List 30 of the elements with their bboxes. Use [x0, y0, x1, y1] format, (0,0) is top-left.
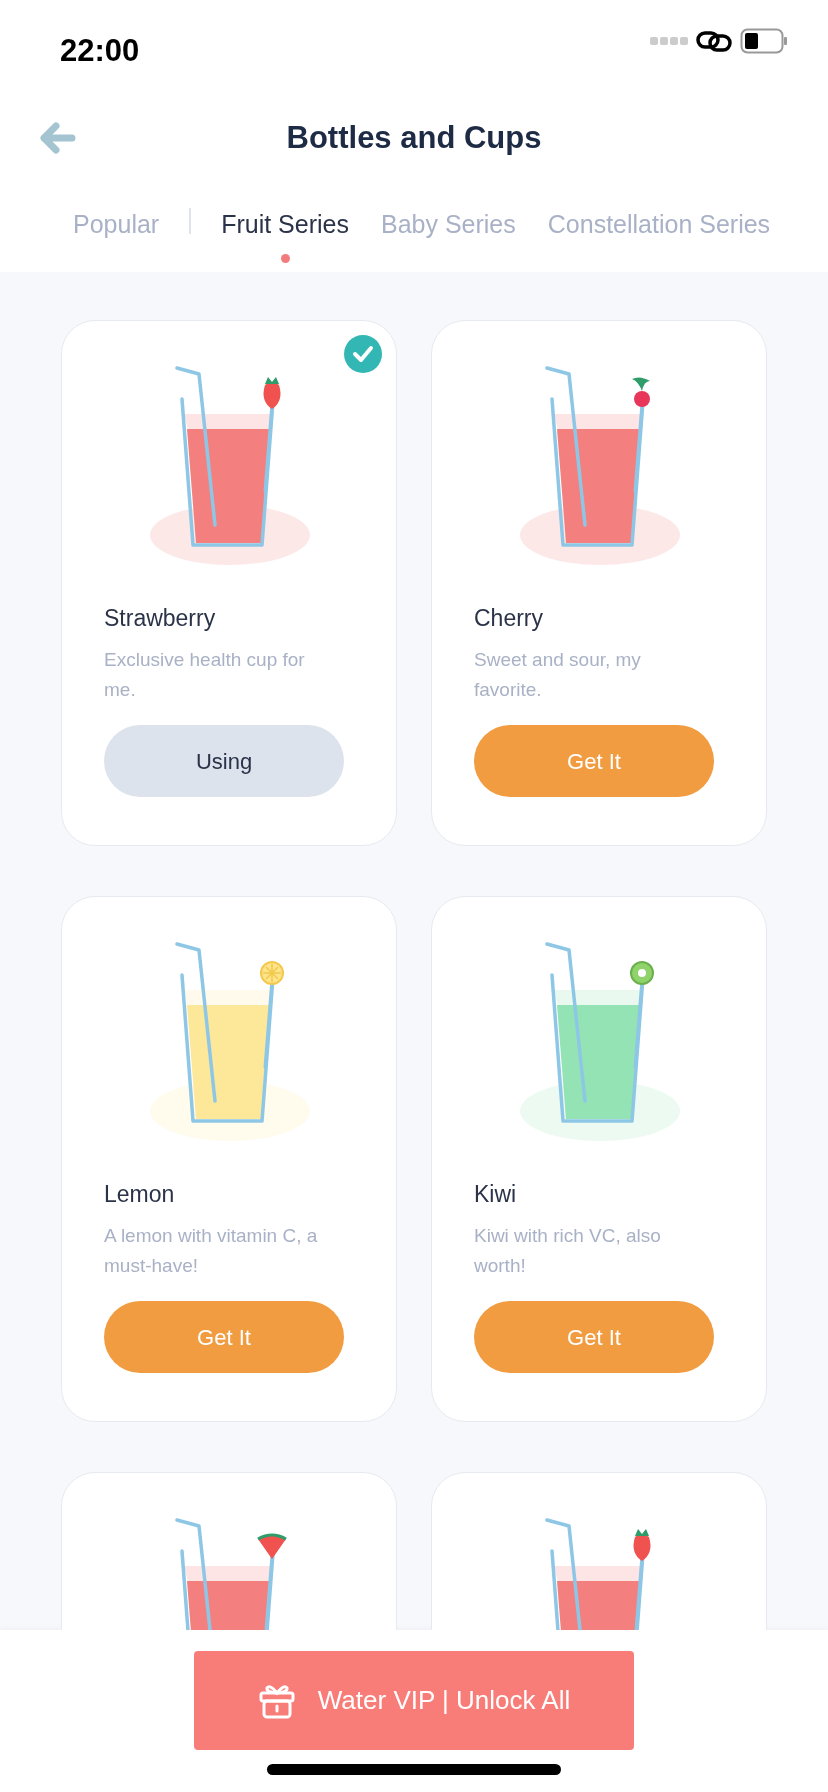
strawberry-icon — [263, 377, 281, 409]
get-button[interactable]: Get It — [474, 1301, 714, 1373]
cherry-icon — [632, 377, 650, 407]
tab[interactable]: Fruit Series — [205, 206, 365, 263]
page-title: Bottles and Cups — [286, 118, 542, 157]
cup-description: Kiwi with rich VC, also worth! — [474, 1224, 662, 1278]
cup-name: Cherry — [474, 604, 544, 633]
strawberry-icon — [633, 1529, 651, 1561]
get-button[interactable]: Get It — [104, 1301, 344, 1373]
tab[interactable]: Popular — [57, 206, 176, 244]
using-button[interactable]: Using — [104, 725, 344, 797]
kiwi-slice-icon — [630, 961, 654, 985]
lemon-slice-icon — [260, 961, 284, 985]
cup-name: Kiwi — [474, 1180, 518, 1209]
battery-icon — [740, 28, 788, 54]
link-icon — [696, 29, 732, 53]
cup-name: Lemon — [104, 1180, 176, 1209]
clock-time: 22:00 — [60, 32, 140, 70]
signal-icon — [650, 37, 688, 45]
tab[interactable]: Baby Series — [365, 206, 532, 244]
tab[interactable]: Constellation Series — [531, 206, 787, 244]
watermelon-slice-icon — [257, 1533, 287, 1559]
vip-button[interactable]: Water VIP | Unlock All — [194, 1651, 634, 1750]
back-arrow-icon — [40, 122, 76, 154]
cup-description: Sweet and sour, my favorite. — [474, 648, 642, 702]
cup-name: Strawberry — [104, 604, 217, 633]
get-button[interactable]: Get It — [474, 725, 714, 797]
cup-description: Exclusive health cup for me. — [104, 648, 306, 702]
cup-description: A lemon with vitamin C, a must-have! — [104, 1224, 319, 1278]
back-button[interactable] — [40, 122, 76, 154]
